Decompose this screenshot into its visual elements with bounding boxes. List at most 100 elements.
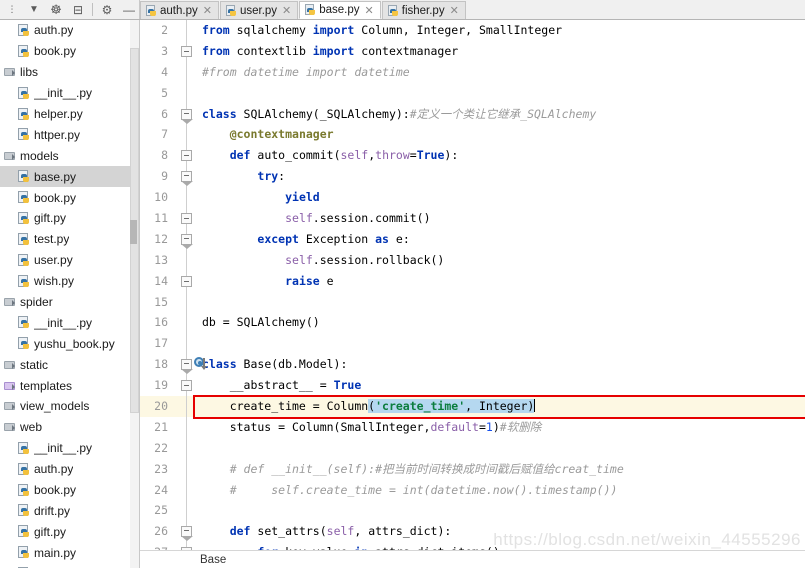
tree-item-book-py[interactable]: book.py [0,41,139,62]
hide-panel-icon[interactable]: — [119,1,139,18]
code-line-3[interactable]: 3 from contextlib import contextmanager [140,40,805,62]
fold-gutter[interactable] [174,187,200,209]
fold-gutter[interactable] [174,166,200,188]
fold-toggle-icon[interactable] [181,526,193,542]
code-line-20[interactable]: 20 create_time = Column('create_time', I… [140,395,805,420]
code-line-13[interactable]: 13 self.session.rollback() [140,249,805,271]
fold-gutter[interactable] [174,249,200,271]
tree-item-auth-py[interactable]: auth.py [0,459,139,480]
fold-gutter[interactable] [174,208,200,229]
editor-tab-auth-py[interactable]: auth.py ✕ [140,1,219,19]
fold-toggle-icon[interactable] [181,171,193,187]
tree-item-models[interactable]: models [0,145,139,166]
tree-item-auth-py[interactable]: auth.py [0,20,139,41]
fold-gutter[interactable] [174,103,200,125]
tree-item-__init__-py[interactable]: __init__.py [0,312,139,333]
editor-tab-fisher-py[interactable]: fisher.py ✕ [381,1,466,19]
code-line-5[interactable]: 5 [140,82,805,104]
tree-item-static[interactable]: static [0,354,139,375]
code-line-2[interactable]: 2 from sqlalchemy import Column, Integer,… [140,20,805,41]
chevron-down-icon[interactable]: ▼ [24,1,44,18]
code-line-21[interactable]: 21 status = Column(SmallInteger,default=… [140,416,805,438]
fold-toggle-icon[interactable] [181,233,193,249]
code-line-10[interactable]: 10 yield [140,187,805,209]
fold-gutter[interactable] [174,437,200,459]
tree-item-book-py[interactable]: book.py [0,480,139,501]
fold-gutter[interactable] [174,500,200,522]
code-line-4[interactable]: 4 #from datetime import datetime [140,61,805,83]
code-line-14[interactable]: 14 raise e [140,270,805,292]
fold-toggle-icon[interactable] [181,213,192,225]
tree-item-view_models[interactable]: view_models [0,396,139,417]
tree-item-yushu_book-py[interactable]: yushu_book.py [0,333,139,354]
collapse-all-icon[interactable]: ⊟ [68,1,88,18]
close-icon[interactable]: ✕ [450,4,459,17]
code-line-25[interactable]: 25 [140,500,805,522]
fold-toggle-icon[interactable] [181,150,192,162]
tree-item-__init__-py[interactable]: __init__.py [0,83,139,104]
run-class-icon[interactable] [194,357,208,371]
fold-gutter[interactable] [174,145,200,167]
tree-item-helper-py[interactable]: helper.py [0,104,139,125]
code-line-9[interactable]: 9 try: [140,166,805,188]
tree-item-libs[interactable]: libs [0,62,139,83]
close-icon[interactable]: ✕ [365,4,374,17]
tree-item-web[interactable]: web [0,417,139,438]
tree-item-test-py[interactable]: test.py [0,229,139,250]
fold-gutter[interactable] [174,228,200,250]
code-line-7[interactable]: 7 @contextmanager [140,124,805,146]
fold-gutter[interactable] [174,270,200,292]
dropdown-arrow-icon[interactable]: ⋮ [2,1,22,18]
tree-item-user-py[interactable]: user.py [0,250,139,271]
fold-gutter[interactable] [174,458,200,480]
tree-item-book-py[interactable]: book.py [0,187,139,208]
fold-gutter[interactable] [174,61,200,83]
gear-icon[interactable]: ⚙ [97,1,117,18]
fold-toggle-icon[interactable] [181,275,192,287]
code-line-16[interactable]: 16 db = SQLAlchemy() [140,312,805,334]
fold-gutter[interactable] [174,40,200,62]
close-icon[interactable]: ✕ [282,4,291,17]
tree-item-base-py[interactable]: base.py [0,166,139,188]
code-line-18[interactable]: 18 class Base(db.Model): [140,354,805,376]
code-line-12[interactable]: 12 except Exception as e: [140,228,805,250]
fold-gutter[interactable] [174,124,200,146]
fold-gutter[interactable] [174,479,200,501]
fold-gutter[interactable] [174,416,200,438]
tree-item-wish-py[interactable]: wish.py [0,563,139,568]
fold-gutter[interactable] [174,354,207,376]
fold-gutter[interactable] [174,521,200,543]
tree-scrollbar-handle[interactable] [130,220,137,244]
project-tree[interactable]: auth.py book.py libs __init__.py helper.py ht… [0,20,140,568]
fold-gutter[interactable] [174,20,200,41]
fold-toggle-icon[interactable] [181,359,193,375]
fold-gutter[interactable] [174,542,200,550]
code-line-27[interactable]: 27 for key,value in attrs_dict.items(): [140,542,805,550]
fold-gutter[interactable] [174,375,200,397]
tree-item-httper-py[interactable]: httper.py [0,124,139,145]
tree-item-drift-py[interactable]: drift.py [0,500,139,521]
code-line-22[interactable]: 22 [140,437,805,459]
fold-toggle-icon[interactable] [181,108,193,124]
editor-tab-user-py[interactable]: user.py ✕ [219,1,299,19]
fold-gutter[interactable] [174,312,200,334]
code-line-26[interactable]: 26 def set_attrs(self, attrs_dict): [140,521,805,543]
code-line-23[interactable]: 23 # def __init__(self):#把当前时间转换成时间戳后赋值给… [140,458,805,480]
locate-target-icon[interactable]: ☸ [46,1,66,18]
code-editor[interactable]: 2 from sqlalchemy import Column, Integer,… [140,20,805,568]
fold-toggle-icon[interactable] [181,45,192,57]
code-line-15[interactable]: 15 [140,291,805,313]
tree-item-templates[interactable]: templates [0,375,139,396]
fold-gutter[interactable] [174,396,200,417]
tree-item-__init__-py[interactable]: __init__.py [0,438,139,459]
tree-scrollbar-track[interactable] [130,20,139,568]
fold-gutter[interactable] [174,291,200,313]
code-area[interactable]: 2 from sqlalchemy import Column, Integer,… [140,20,805,550]
code-line-19[interactable]: 19 __abstract__ = True [140,375,805,397]
code-line-6[interactable]: 6 class SQLAlchemy(_SQLAlchemy):#定义一个类让它继… [140,103,805,125]
tree-item-gift-py[interactable]: gift.py [0,521,139,542]
tree-item-wish-py[interactable]: wish.py [0,271,139,292]
code-line-8[interactable]: 8 def auto_commit(self,throw=True): [140,145,805,167]
breadcrumb[interactable]: Base [140,550,805,568]
code-line-17[interactable]: 17 [140,333,805,355]
